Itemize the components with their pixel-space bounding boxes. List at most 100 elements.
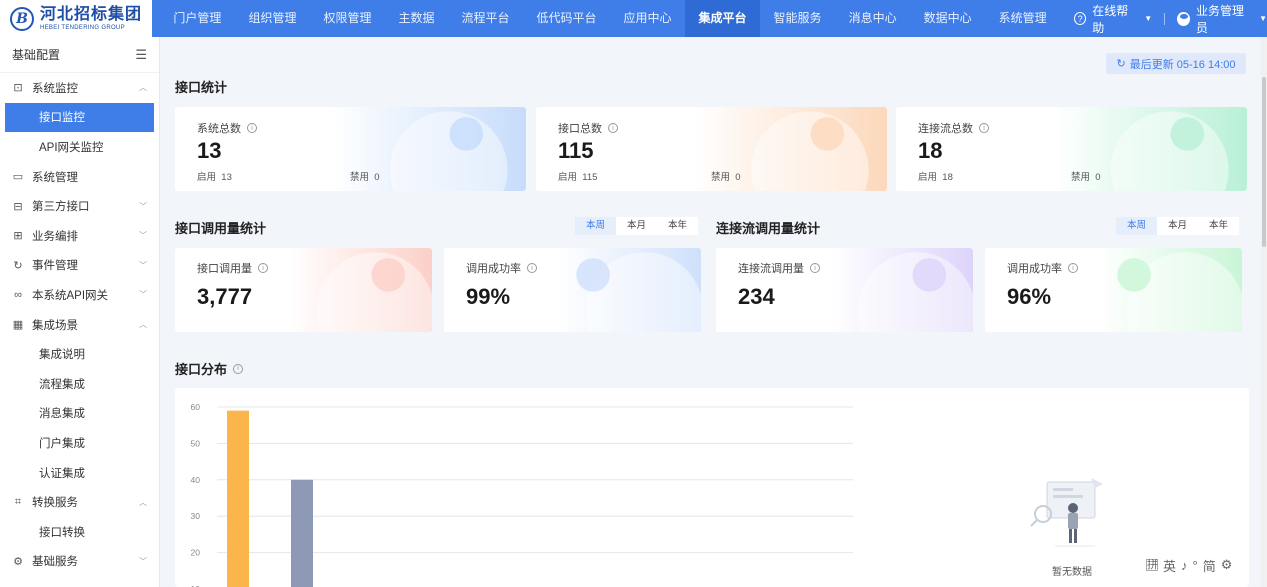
sidebar-subitem[interactable]: 接口监控 bbox=[5, 102, 154, 133]
stat-card-0: 系统总数 i 13 启用 13 禁用 0 bbox=[175, 107, 526, 191]
nav-item-2[interactable]: 权限管理 bbox=[310, 0, 385, 37]
metric-value: 3,777 bbox=[197, 284, 253, 309]
page-scrollbar-thumb[interactable] bbox=[1262, 77, 1266, 247]
ime-voice-icon[interactable]: ♪ bbox=[1181, 558, 1188, 573]
nav-item-8[interactable]: 智能服务 bbox=[760, 0, 835, 37]
nav-item-11[interactable]: 系统管理 bbox=[985, 0, 1060, 37]
chevron-down-icon[interactable]: ﹀ bbox=[139, 556, 147, 567]
period-tab-1[interactable]: 本月 bbox=[616, 217, 657, 235]
sidebar-subitem[interactable]: 认证集成 bbox=[0, 458, 159, 488]
link-icon: ∞ bbox=[14, 288, 22, 301]
info-icon[interactable]: i bbox=[979, 123, 989, 133]
ime-punct-icon[interactable]: ° bbox=[1193, 558, 1198, 573]
chevron-up-icon[interactable]: ︿ bbox=[139, 319, 147, 330]
stat-disabled: 禁用 0 bbox=[350, 172, 380, 183]
sidebar-item-label: 集成场景 bbox=[32, 319, 78, 332]
info-icon[interactable]: i bbox=[1068, 263, 1078, 273]
ime-settings-icon[interactable]: ⚙ bbox=[1221, 557, 1233, 573]
nav-item-6[interactable]: 应用中心 bbox=[610, 0, 685, 37]
sidebar-subitem[interactable]: 接口转换 bbox=[0, 517, 159, 547]
period-tab-0[interactable]: 本周 bbox=[1116, 217, 1157, 235]
chevron-down-icon[interactable]: ▼ bbox=[1144, 14, 1152, 23]
nav-item-10[interactable]: 数据中心 bbox=[910, 0, 985, 37]
stat-value: 18 bbox=[918, 138, 943, 163]
empty-text: 暂无数据 bbox=[1052, 567, 1092, 578]
top-navbar: B 河北招标集团 HEBEI TENDERING GROUP 门户管理 组织管理权… bbox=[0, 0, 1267, 37]
empty-state: 暂无数据 bbox=[1025, 474, 1119, 578]
sidebar-item-1[interactable]: ▭ 系统管理 bbox=[0, 162, 159, 192]
chevron-down-icon[interactable]: ﹀ bbox=[139, 260, 147, 271]
ime-simplified-toggle[interactable]: 简 bbox=[1203, 556, 1216, 575]
section-title-call-stats: 接口调用量统计 bbox=[175, 221, 267, 236]
sidebar-subitem[interactable]: 流程集成 bbox=[0, 369, 159, 399]
flow-icon: ⊞ bbox=[13, 230, 23, 243]
chevron-down-icon[interactable]: ▼ bbox=[1259, 14, 1267, 23]
info-icon[interactable]: i bbox=[810, 263, 820, 273]
ime-grid-icon[interactable]: 拼 bbox=[1146, 559, 1158, 571]
sidebar-item-4[interactable]: ↻ 事件管理 ﹀ bbox=[0, 251, 159, 281]
chevron-down-icon[interactable]: ﹀ bbox=[139, 289, 147, 300]
nav-item-9[interactable]: 消息中心 bbox=[835, 0, 910, 37]
empty-illustration-icon bbox=[1030, 478, 1103, 547]
info-icon[interactable]: i bbox=[258, 263, 268, 273]
chevron-down-icon[interactable]: ﹀ bbox=[139, 230, 147, 241]
chevron-down-icon[interactable]: ﹀ bbox=[139, 201, 147, 212]
info-icon[interactable]: i bbox=[608, 123, 618, 133]
stat-value: 13 bbox=[197, 138, 222, 163]
y-tick-label: 30 bbox=[191, 511, 201, 521]
sidebar-subitem[interactable]: API网关监控 bbox=[0, 132, 159, 162]
collapse-menu-icon[interactable]: ☰ bbox=[135, 47, 147, 63]
refresh-button[interactable]: ↻ 最后更新 05-16 14:00 bbox=[1106, 53, 1246, 74]
sidebar-item-7[interactable]: ⌗ 转换服务 ︿ bbox=[0, 487, 159, 517]
call-stats-card-1: 调用成功率 i 99% bbox=[444, 248, 701, 332]
info-icon[interactable]: i bbox=[247, 123, 257, 133]
section-title-distribution: 接口分布 i bbox=[175, 359, 244, 378]
ime-lang-toggle[interactable]: 英 bbox=[1163, 556, 1176, 575]
sidebar-item-0[interactable]: ⊡ 系统监控 ︿ bbox=[0, 73, 159, 103]
sidebar-subitem[interactable]: 消息集成 bbox=[0, 399, 159, 429]
nav-item-7[interactable]: 集成平台 bbox=[685, 0, 761, 37]
call-stats-card-0: 接口调用量 i 3,777 bbox=[175, 248, 432, 332]
bar-1[interactable] bbox=[291, 479, 313, 587]
sidebar-item-label: 事件管理 bbox=[32, 260, 78, 273]
metric-value: 99% bbox=[466, 284, 511, 309]
nav-item-5[interactable]: 低代码平台 bbox=[523, 0, 610, 37]
nav-item-3[interactable]: 主数据 bbox=[385, 0, 448, 37]
user-menu[interactable]: 业务管理员 bbox=[1196, 2, 1251, 36]
period-tab-2[interactable]: 本年 bbox=[1198, 217, 1239, 235]
chevron-up-icon[interactable]: ︿ bbox=[139, 82, 147, 93]
sidebar-item-3[interactable]: ⊞ 业务编排 ﹀ bbox=[0, 221, 159, 251]
monitor-icon: ⊡ bbox=[13, 82, 23, 95]
plug-icon: ⊟ bbox=[13, 200, 23, 213]
nav-item-0[interactable]: 门户管理 bbox=[160, 0, 235, 37]
info-icon[interactable]: i bbox=[233, 363, 244, 374]
sidebar-menu: ⊡ 系统监控 ︿ 接口监控 API网关监控 ▭ 系统管理 ⊟ 第三方接口 ﹀ ⊞ 业务编排 ﹀ ↻ 事件管理… bbox=[0, 73, 159, 576]
sidebar-item-label: 转换服务 bbox=[32, 497, 78, 510]
sidebar-subitem[interactable]: 门户集成 bbox=[0, 428, 159, 458]
chevron-up-icon[interactable]: ︿ bbox=[139, 497, 147, 508]
sidebar-item-5[interactable]: ∞ 本系统API网关 ﹀ bbox=[0, 280, 159, 310]
sidebar-subitem[interactable]: 集成说明 bbox=[0, 339, 159, 369]
sidebar-item-2[interactable]: ⊟ 第三方接口 ﹀ bbox=[0, 191, 159, 221]
distribution-chart-card: 203040506010 暂无数据 bbox=[175, 388, 1249, 587]
sidebar-item-8[interactable]: ⚙ 基础服务 ﹀ bbox=[0, 547, 159, 577]
event-icon: ↻ bbox=[13, 259, 23, 272]
bar-0[interactable] bbox=[227, 410, 249, 587]
brand-name-en: HEBEI TENDERING GROUP bbox=[40, 24, 125, 31]
online-help-menu[interactable]: 在线帮助 bbox=[1092, 2, 1136, 36]
info-icon[interactable]: i bbox=[527, 263, 537, 273]
stat-enabled: 启用 13 bbox=[197, 172, 232, 183]
scene-icon: ▦ bbox=[12, 319, 24, 332]
stat-value: 115 bbox=[558, 138, 594, 163]
period-tab-0[interactable]: 本周 bbox=[575, 217, 616, 235]
nav-item-1[interactable]: 组织管理 bbox=[235, 0, 310, 37]
period-tab-1[interactable]: 本月 bbox=[1157, 217, 1198, 235]
period-tab-2[interactable]: 本年 bbox=[657, 217, 698, 235]
sidebar-item-6[interactable]: ▦ 集成场景 ︿ bbox=[0, 310, 159, 340]
page-scrollbar[interactable] bbox=[1261, 37, 1267, 587]
user-avatar-icon[interactable] bbox=[1177, 11, 1190, 26]
brand-logo[interactable]: B 河北招标集团 HEBEI TENDERING GROUP bbox=[0, 0, 152, 37]
main-nav: 门户管理 组织管理 权限管理 主数据 流程平台 低代码平台 应用中心 集成平台 智能服务 消息中心… bbox=[160, 0, 1060, 37]
nav-item-4[interactable]: 流程平台 bbox=[448, 0, 523, 37]
gear-icon: ⚙ bbox=[13, 555, 23, 568]
